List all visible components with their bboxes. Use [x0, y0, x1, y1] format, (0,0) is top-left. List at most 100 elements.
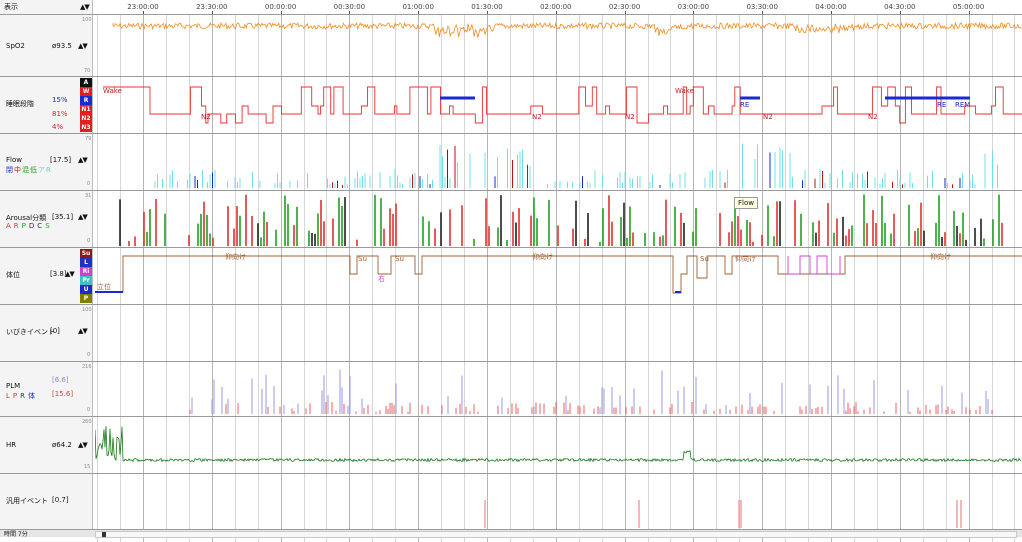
stage-code-n2: N2: [80, 114, 92, 123]
arousal-axis-min: 0: [87, 238, 91, 244]
position-annotation: Su: [700, 255, 709, 263]
stage-code-a: A: [80, 78, 92, 87]
arousal-tooltip: Flow: [734, 197, 758, 209]
flow-value: [17.5]: [50, 156, 72, 164]
stage-annotation: Wake: [675, 87, 694, 95]
arousal-legend-item: P: [21, 222, 26, 230]
hypnogram: Wake N2 N2 N2 Wake RE N2 N2 RE REM: [103, 86, 1022, 124]
snore-value: [0]: [50, 327, 60, 335]
general-label-panel[interactable]: 汎用イベント [0.7]: [0, 474, 93, 529]
flow-legend-item: 低: [30, 166, 37, 174]
arousal-legend-item: D: [28, 222, 35, 230]
flow-legend-item: R: [46, 166, 51, 174]
plm-legend: LPR体: [6, 391, 38, 401]
snore-axis-max: 100: [82, 307, 92, 313]
time-label: 00:00:00: [264, 3, 297, 11]
arousal-legend-item: S: [45, 222, 50, 230]
scale-arrows-icon[interactable]: ▲▼: [78, 156, 88, 164]
arousal-legend-item: C: [37, 222, 43, 230]
scale-arrows-icon[interactable]: ▲▼: [78, 441, 88, 449]
flow-legend-item: 混: [22, 166, 29, 174]
hr-trace: [95, 425, 1022, 463]
arousal-events: [119, 194, 1003, 246]
channel-flow: Flow [17.5] ▲▼ 閉中混低アR 79 0: [0, 133, 1022, 190]
plm-value-2: [15.6]: [52, 390, 74, 398]
plm-legend-item: R: [20, 392, 26, 400]
time-axis: 23:00:00 23:30:00 00:00:00 00:30:00 01:00:00…: [95, 0, 1022, 15]
channel-hr: HR ø64.2 ▲▼ 260 15: [0, 416, 1022, 473]
position-right-line: [787, 255, 841, 275]
channel-spo2: SpO2 ø93.5 ▲▼ 100 70: [0, 14, 1022, 76]
general-value: [0.7]: [52, 496, 69, 504]
flow-axis-max: 79: [85, 136, 92, 142]
time-label: 02:00:00: [540, 3, 572, 11]
scale-arrows-icon[interactable]: ▲▼: [78, 213, 88, 221]
stage-annotation: N2: [625, 113, 635, 121]
stage-annotation: RE: [937, 101, 946, 109]
snore-name: いびきイベント: [6, 328, 55, 336]
stage-annotation: N2: [868, 113, 878, 121]
spo2-axis-min: 70: [84, 68, 91, 74]
time-label: 23:00:00: [127, 3, 159, 11]
arousal-label-panel[interactable]: Arousal分類 [35.1] ▲▼ ARPDCS: [0, 191, 93, 247]
position-annotation: 立位: [97, 282, 111, 291]
spo2-label-panel[interactable]: SpO2 ø93.5 ▲▼: [0, 15, 93, 76]
flow-legend-item: ア: [38, 166, 45, 174]
position-code-su: Su: [80, 249, 92, 258]
hr-name: HR: [6, 441, 17, 449]
position-annotation: 仰向け: [532, 252, 553, 261]
time-label: 05:00:00: [952, 3, 985, 11]
time-label: 01:00:00: [402, 3, 434, 11]
position-name: 体位: [6, 271, 20, 279]
stage-pct-n2: 81%: [52, 110, 68, 118]
channel-position: 体位 [3.8] ▲▼ Su L Ri Pr U P 立位 仰向け Su 右 Su 仰向け Su 仰向け…: [0, 247, 1022, 304]
plm-legend-item: 体: [28, 392, 36, 400]
stage-pct-n3: 4%: [52, 123, 64, 131]
stage-annotation: RE: [740, 101, 749, 109]
stage-annotation: N2: [763, 113, 773, 121]
stage-code-w: W: [80, 87, 92, 96]
stage-annotation: N2: [532, 113, 542, 121]
horizontal-scrollbar[interactable]: [95, 531, 1017, 538]
hr-axis-min: 15: [84, 464, 91, 470]
position-annotation: Su: [358, 255, 367, 263]
scale-arrows-icon[interactable]: ▲▼: [78, 42, 88, 50]
flow-legend-item: 閉: [6, 166, 13, 174]
position-annotation: 仰向け: [735, 254, 756, 263]
channel-general-events: 汎用イベント [0.7]: [0, 473, 1022, 529]
plm-events: [189, 369, 993, 414]
hr-axis-max: 260: [82, 419, 92, 425]
footer-label: 時間 7分: [4, 531, 28, 538]
plm-name: PLM: [6, 382, 21, 390]
plm-axis-max: 216: [82, 364, 92, 370]
position-trace: 立位 仰向け Su 右 Su 仰向け Su 仰向け 仰向け: [95, 252, 1022, 294]
position-code-ri: Ri: [80, 267, 92, 276]
plm-label-panel[interactable]: PLM [6.6] [15.6] LPR体: [0, 362, 93, 416]
hr-label-panel[interactable]: HR ø64.2 ▲▼: [0, 417, 93, 473]
flow-legend: 閉中混低アR: [6, 165, 52, 175]
snore-label-panel[interactable]: いびきイベント [0] ▲▼: [0, 305, 93, 361]
header-panel: 表示 ▲▼: [0, 0, 93, 14]
flow-label-panel[interactable]: Flow [17.5] ▲▼ 閉中混低アR: [0, 134, 93, 190]
display-label[interactable]: 表示: [4, 2, 18, 12]
scale-arrows-icon[interactable]: ▲▼: [65, 270, 75, 278]
position-annotation: 右: [378, 274, 385, 283]
sort-arrows-icon[interactable]: ▲▼: [80, 3, 90, 11]
plm-legend-item: P: [12, 392, 18, 400]
flow-name: Flow: [6, 156, 22, 164]
channel-sleep-stage: 睡眠段階 15% 81% 4% A W R N1 N2 N3 Wake N2 N2 N2 Wake…: [0, 76, 1022, 133]
scrollbar-thumb[interactable]: [102, 532, 106, 537]
time-label: 03:00:00: [677, 3, 710, 11]
general-events: [484, 500, 962, 528]
arousal-axis-max: 31: [85, 193, 92, 199]
scale-arrows-icon[interactable]: ▲▼: [78, 327, 88, 335]
stage-name: 睡眠段階: [6, 100, 34, 108]
spo2-name: SpO2: [6, 42, 25, 50]
position-code-pr: Pr: [80, 276, 92, 285]
stage-annotation: N2: [201, 113, 211, 121]
stage-pct-rem: 15%: [52, 96, 68, 104]
hr-value: ø64.2: [52, 441, 72, 449]
flow-legend-item: 中: [14, 166, 21, 174]
plm-value-1: [6.6]: [52, 376, 69, 384]
stage-code-n1: N1: [80, 105, 92, 114]
